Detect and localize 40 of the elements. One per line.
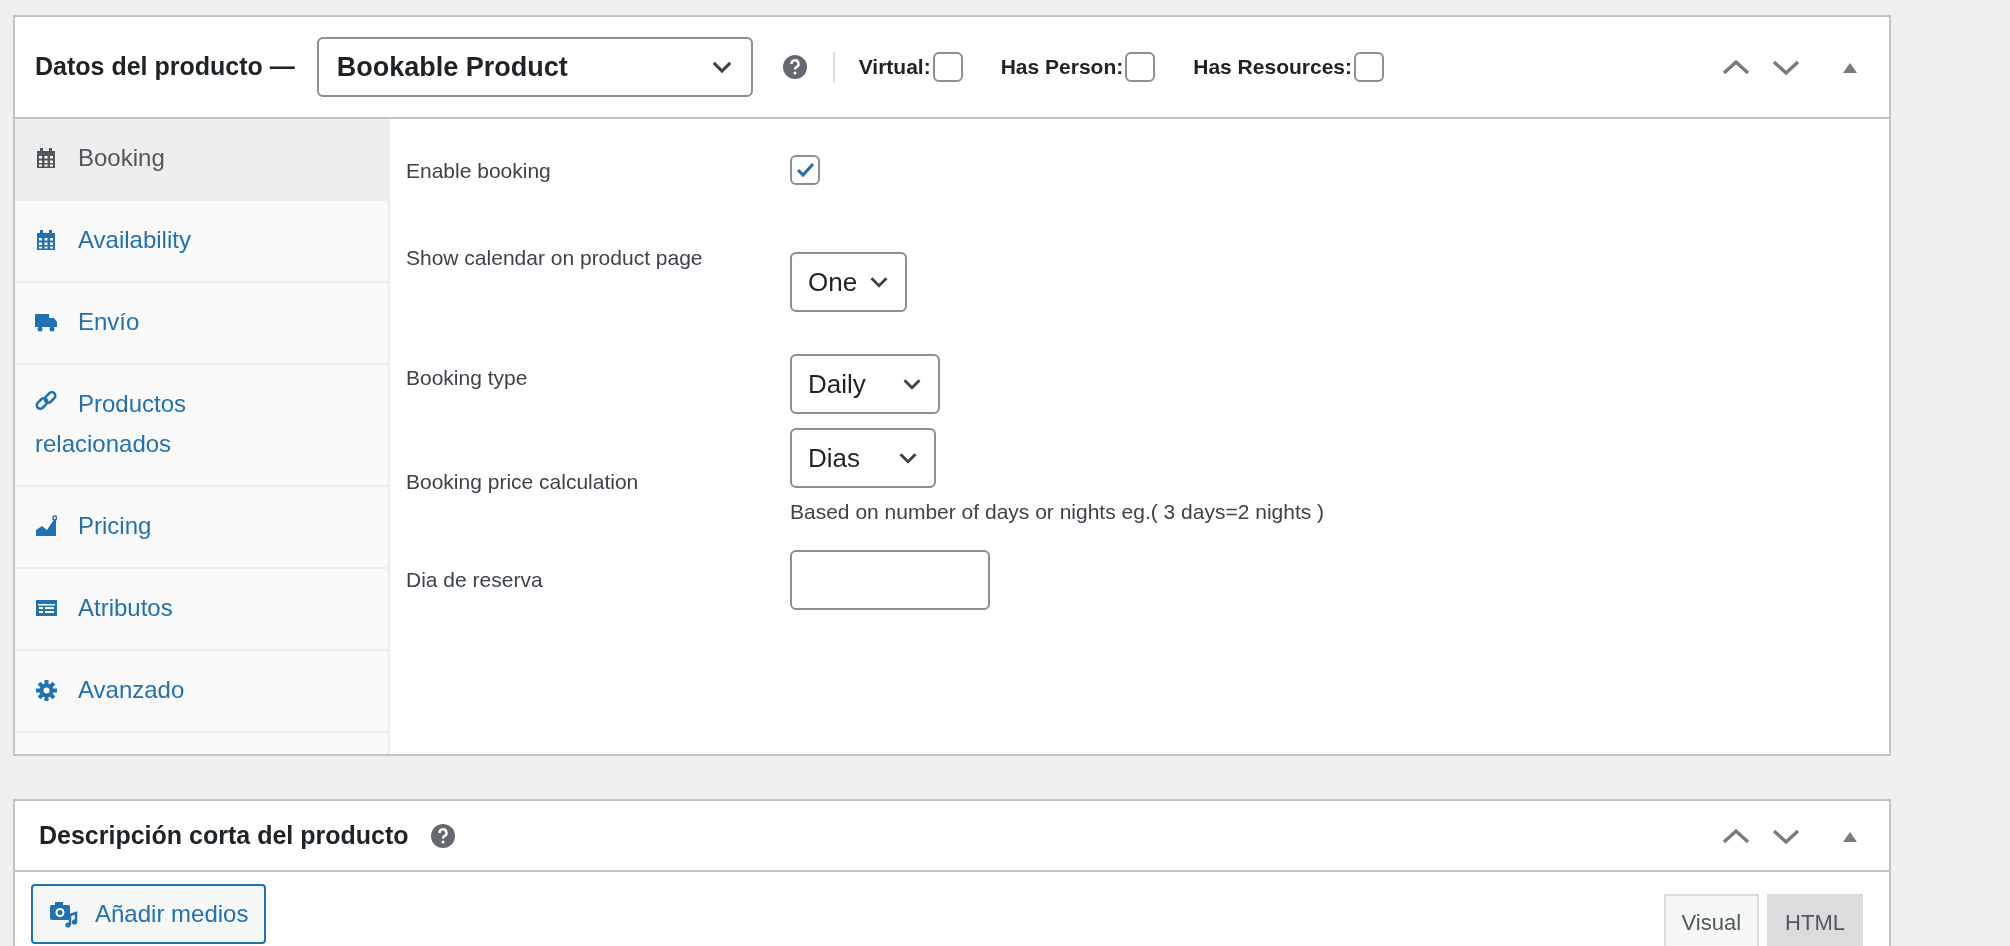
editor-tab[interactable]: Visual [1663,894,1760,946]
help-icon[interactable] [782,55,807,79]
sidebar-tab[interactable]: Availability [78,220,191,260]
panel-title: Datos del producto — [35,51,295,83]
select-field[interactable]: One [790,252,908,312]
field-label: Booking price calculation [406,469,640,495]
truck-icon [35,311,57,333]
camera-music-icon [49,899,79,929]
sidebar-tab[interactable]: Booking [78,138,165,178]
editor-tab[interactable]: HTML [1767,894,1863,946]
field-label: Booking type [406,365,529,391]
checkbox[interactable] [932,52,963,82]
select-field[interactable]: Dias [790,428,936,488]
list-card-icon [35,597,57,619]
calendar-icon [35,229,57,251]
gear-icon [35,679,57,701]
help-icon[interactable] [430,823,455,848]
field-label: Dia de reserva [406,566,544,593]
checkbox[interactable] [1354,52,1384,82]
sidebar-tab[interactable]: Pricing [78,506,152,546]
chart-icon [35,515,57,537]
panel-title: Descripción corta del producto [39,819,409,851]
option-label: Has Resources: [1193,54,1352,81]
option-label: Virtual: [858,54,931,81]
sidebar-tab[interactable]: Avanzado [78,670,185,710]
add-media-button[interactable]: Añadir medios [31,884,267,944]
calendar-icon [35,147,57,169]
field-label: Show calendar on product page [406,245,704,271]
sidebar-tab[interactable]: Atributos [78,588,173,628]
text-input[interactable] [790,549,990,610]
select-field[interactable]: Daily [790,354,940,414]
field-description: Based on number of days or nights eg.( 3 days=2 nights ) [790,499,1325,525]
sidebar-tab[interactable]: Envío [78,302,140,342]
checkbox[interactable] [1125,52,1156,82]
option-label: Has Person: [1000,54,1124,81]
field-label: Enable booking [406,158,552,184]
checkbox[interactable] [790,155,820,185]
product-type-select[interactable]: Bookable Product [316,37,753,97]
sidebar-tab[interactable]: Productos relacionados [35,384,235,464]
link-icon [35,390,57,412]
